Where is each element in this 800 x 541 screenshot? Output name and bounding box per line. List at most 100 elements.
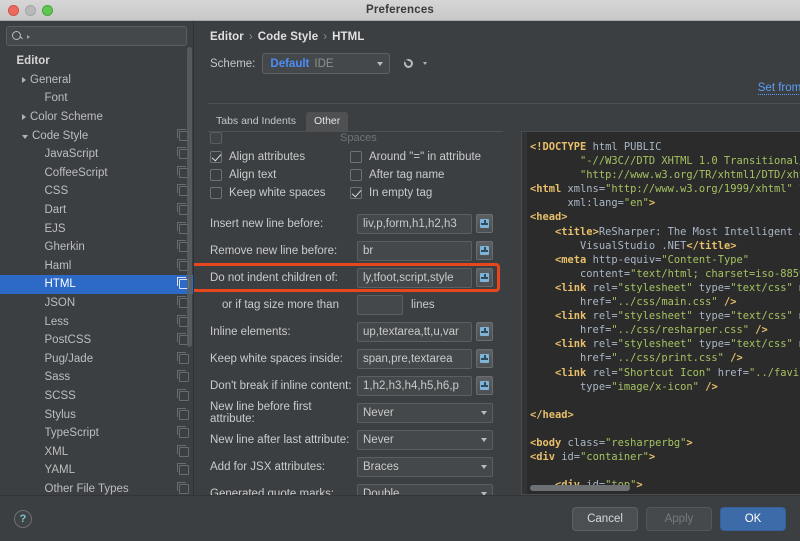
checkbox-align-text[interactable]: Align text (210, 169, 350, 181)
search-input[interactable] (30, 30, 181, 42)
option-select[interactable]: Never (357, 429, 493, 450)
sidebar-item-javascript[interactable]: JavaScript (0, 145, 193, 164)
checkbox-label: Align attributes (229, 151, 306, 163)
sidebar-item-postcss[interactable]: PostCSS (0, 331, 193, 350)
option-row-or-if-tag-size-more-than: or if tag size more than lines (210, 294, 493, 315)
sidebar-item-label: SCSS (44, 389, 76, 402)
checkbox-box[interactable] (350, 151, 362, 163)
checkbox-box[interactable] (350, 187, 362, 199)
sidebar-item-coffeescript[interactable]: CoffeeScript (0, 164, 193, 183)
checkbox-box[interactable] (210, 169, 222, 181)
copy-icon[interactable] (177, 444, 189, 457)
sidebar-item-xml[interactable]: XML (0, 442, 193, 461)
gear-chevron-down-icon[interactable] (423, 62, 428, 65)
sidebar-item-other-file-types[interactable]: Other File Types (0, 480, 193, 495)
checkbox-align-attributes[interactable]: Align attributes (210, 151, 350, 163)
sidebar-item-dart[interactable]: Dart (0, 201, 193, 220)
help-icon[interactable]: ? (14, 509, 32, 528)
checkbox-box[interactable] (210, 151, 222, 163)
chevron-right-icon[interactable] (22, 114, 26, 121)
sidebar-item-yaml[interactable]: YAML (0, 461, 193, 480)
expand-list-button[interactable] (476, 241, 493, 260)
option-text-input[interactable]: br (357, 240, 472, 261)
sidebar-item-editor[interactable]: Editor (0, 52, 193, 71)
option-select[interactable]: Braces (357, 456, 493, 477)
option-text-input[interactable]: span,pre,textarea (357, 348, 472, 369)
clipped-checkbox[interactable] (210, 132, 222, 144)
option-number-input[interactable] (357, 294, 403, 315)
sidebar-item-sass[interactable]: Sass (0, 368, 193, 387)
chevron-right-icon[interactable] (22, 76, 26, 83)
sidebar-item-less[interactable]: Less (0, 312, 193, 331)
sidebar-item-label: HTML (44, 278, 76, 291)
expand-list-button[interactable] (476, 322, 493, 341)
sidebar-item-pug-jade[interactable]: Pug/Jade (0, 350, 193, 369)
apply-button[interactable]: Apply (646, 506, 712, 531)
expand-list-button[interactable] (476, 349, 493, 368)
copy-icon[interactable] (177, 370, 189, 383)
option-select[interactable]: Double (357, 483, 493, 495)
gear-icon[interactable] (401, 57, 415, 71)
breadcrumb-item[interactable]: Code Style (258, 31, 318, 43)
sidebar-item-stylus[interactable]: Stylus (0, 405, 193, 424)
copy-icon[interactable] (177, 463, 189, 476)
sidebar-item-font[interactable]: Font (0, 89, 193, 108)
search-box[interactable] (6, 26, 187, 46)
expand-list-button[interactable] (476, 214, 493, 233)
settings-tabs[interactable]: Tabs and Indents Other (208, 112, 800, 131)
sidebar-item-label: Sass (44, 371, 71, 384)
checkbox-after-tag-name[interactable]: After tag name (350, 169, 493, 181)
sidebar-item-html[interactable]: HTML (0, 275, 193, 294)
breadcrumb-item[interactable]: HTML (332, 31, 364, 43)
option-text-input[interactable]: 1,h2,h3,h4,h5,h6,p (357, 375, 472, 396)
set-from-row: Set from... (194, 74, 800, 96)
option-text-input[interactable]: liv,p,form,h1,h2,h3 (357, 213, 472, 234)
sidebar-item-gherkin[interactable]: Gherkin (0, 238, 193, 257)
sidebar-item-general[interactable]: General (0, 71, 193, 90)
scheme-dropdown[interactable]: Default IDE (262, 53, 391, 74)
copy-icon[interactable] (177, 388, 189, 401)
sidebar-item-json[interactable]: JSON (0, 294, 193, 313)
copy-icon[interactable] (177, 426, 189, 439)
settings-tree[interactable]: Editor General Font Color Scheme Code Style J… (0, 50, 193, 495)
checkbox-around-in-attribute[interactable]: Around "=" in attribute (350, 151, 493, 163)
sidebar-item-css[interactable]: CSS (0, 182, 193, 201)
expand-list-button[interactable] (476, 376, 493, 395)
sidebar-item-ejs[interactable]: EJS (0, 219, 193, 238)
checkbox-box[interactable] (350, 169, 362, 181)
copy-icon[interactable] (177, 351, 189, 364)
cancel-button[interactable]: Cancel (572, 506, 638, 531)
code-horizontal-scrollbar[interactable] (530, 485, 630, 491)
sidebar-item-color-scheme[interactable]: Color Scheme (0, 108, 193, 127)
sidebar-scrollbar[interactable] (187, 47, 192, 347)
option-text-input[interactable]: ly,tfoot,script,style (357, 267, 472, 288)
sidebar-item-scss[interactable]: SCSS (0, 387, 193, 406)
tab-other[interactable]: Other (305, 112, 349, 131)
chevron-down-icon[interactable] (22, 134, 28, 139)
checkbox-in-empty-tag[interactable]: In empty tag (350, 187, 493, 199)
set-from-link[interactable]: Set from... (757, 82, 800, 95)
checkbox-keep-white-spaces[interactable]: Keep white spaces (210, 187, 350, 199)
code-preview-text: <!DOCTYPE html PUBLIC "-//W3C//DTD XHTML… (530, 141, 800, 492)
scheme-row: Scheme: Default IDE (194, 43, 800, 74)
option-select[interactable]: Never (357, 402, 493, 423)
option-label: Insert new line before: (210, 217, 324, 230)
copy-icon[interactable] (177, 481, 189, 494)
sidebar-item-label: Code Style (32, 129, 89, 142)
option-text-input[interactable]: up,textarea,tt,u,var (357, 321, 472, 342)
breadcrumb-item[interactable]: Editor (210, 31, 244, 43)
tab-tabs-and-indents[interactable]: Tabs and Indents (208, 112, 304, 131)
copy-icon[interactable] (177, 407, 189, 420)
sidebar-item-typescript[interactable]: TypeScript (0, 424, 193, 443)
ok-button[interactable]: OK (720, 506, 786, 531)
checkbox-box[interactable] (210, 187, 222, 199)
option-label: Generated quote marks: (210, 487, 335, 496)
option-row-new-line-before-first-attribute: New line before first attribute: Never (210, 401, 493, 425)
sidebar-item-code-style[interactable]: Code Style (0, 126, 193, 145)
code-preview-pane[interactable]: <!DOCTYPE html PUBLIC "-//W3C//DTD XHTML… (521, 131, 800, 495)
sidebar-item-haml[interactable]: Haml (0, 257, 193, 276)
expand-list-button[interactable] (476, 268, 493, 287)
